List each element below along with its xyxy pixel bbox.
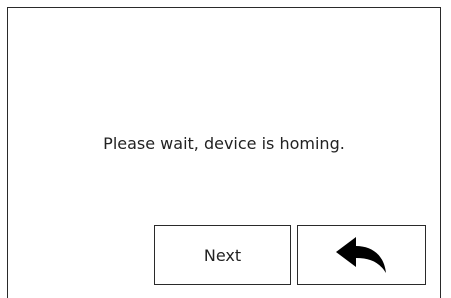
status-message: Please wait, device is homing. [103,134,345,153]
next-button[interactable]: Next [154,225,291,285]
back-button[interactable] [297,225,426,285]
next-button-label: Next [203,245,242,265]
homing-dialog: Please wait, device is homing. Next [7,7,441,298]
undo-arrow-icon [334,236,390,274]
